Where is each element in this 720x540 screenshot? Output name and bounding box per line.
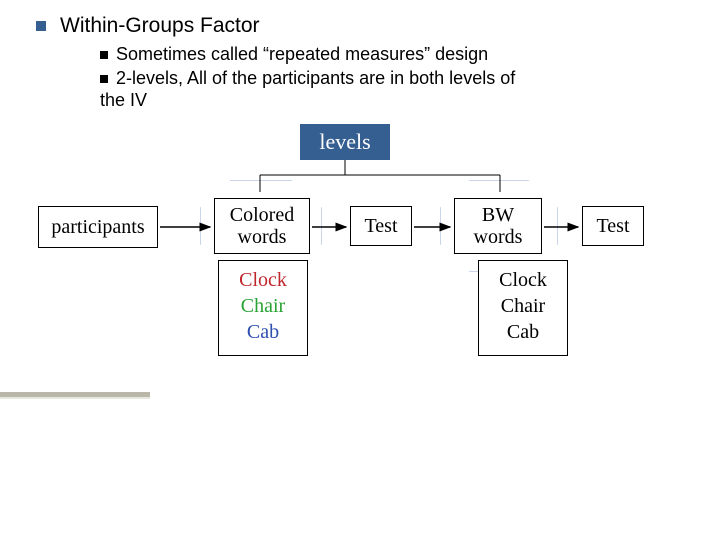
bullet-square-icon (100, 75, 108, 83)
title-bullet: Within-Groups Factor (36, 14, 260, 38)
bullet-square-icon (36, 21, 46, 31)
decorative-bar-under (0, 397, 150, 399)
word-clock-red: Clock (219, 267, 307, 293)
word-chair-green: Chair (219, 293, 307, 319)
bullet-square-icon (100, 51, 108, 59)
colored-words-box: Colored words (214, 198, 310, 254)
bw-word-list: Clock Chair Cab (478, 260, 568, 356)
word-cab-bw: Cab (479, 319, 567, 345)
sub2-text-line2: the IV (100, 90, 147, 111)
bw-l1: BW (482, 204, 514, 226)
word-chair-bw: Chair (479, 293, 567, 319)
levels-label: levels (319, 129, 370, 155)
sub1-text: Sometimes called “repeated measures” des… (116, 44, 488, 64)
participants-box: participants (38, 206, 158, 248)
sub-bullet-1: Sometimes called “repeated measures” des… (100, 44, 488, 65)
sub2-text-line1: 2-levels, All of the participants are in… (116, 68, 515, 88)
levels-box: levels (300, 124, 390, 160)
test-box-2: Test (582, 206, 644, 246)
word-cab-blue: Cab (219, 319, 307, 345)
bw-words-box: BW words (454, 198, 542, 254)
colored-l2: words (238, 226, 287, 248)
test1-label: Test (364, 215, 397, 238)
test2-label: Test (596, 215, 629, 238)
title-text: Within-Groups Factor (60, 14, 260, 37)
word-clock-bw: Clock (479, 267, 567, 293)
bw-l2: words (474, 226, 523, 248)
colored-l1: Colored (230, 204, 294, 226)
participants-label: participants (51, 216, 144, 239)
colored-word-list: Clock Chair Cab (218, 260, 308, 356)
test-box-1: Test (350, 206, 412, 246)
sub-bullet-2: 2-levels, All of the participants are in… (100, 68, 600, 89)
